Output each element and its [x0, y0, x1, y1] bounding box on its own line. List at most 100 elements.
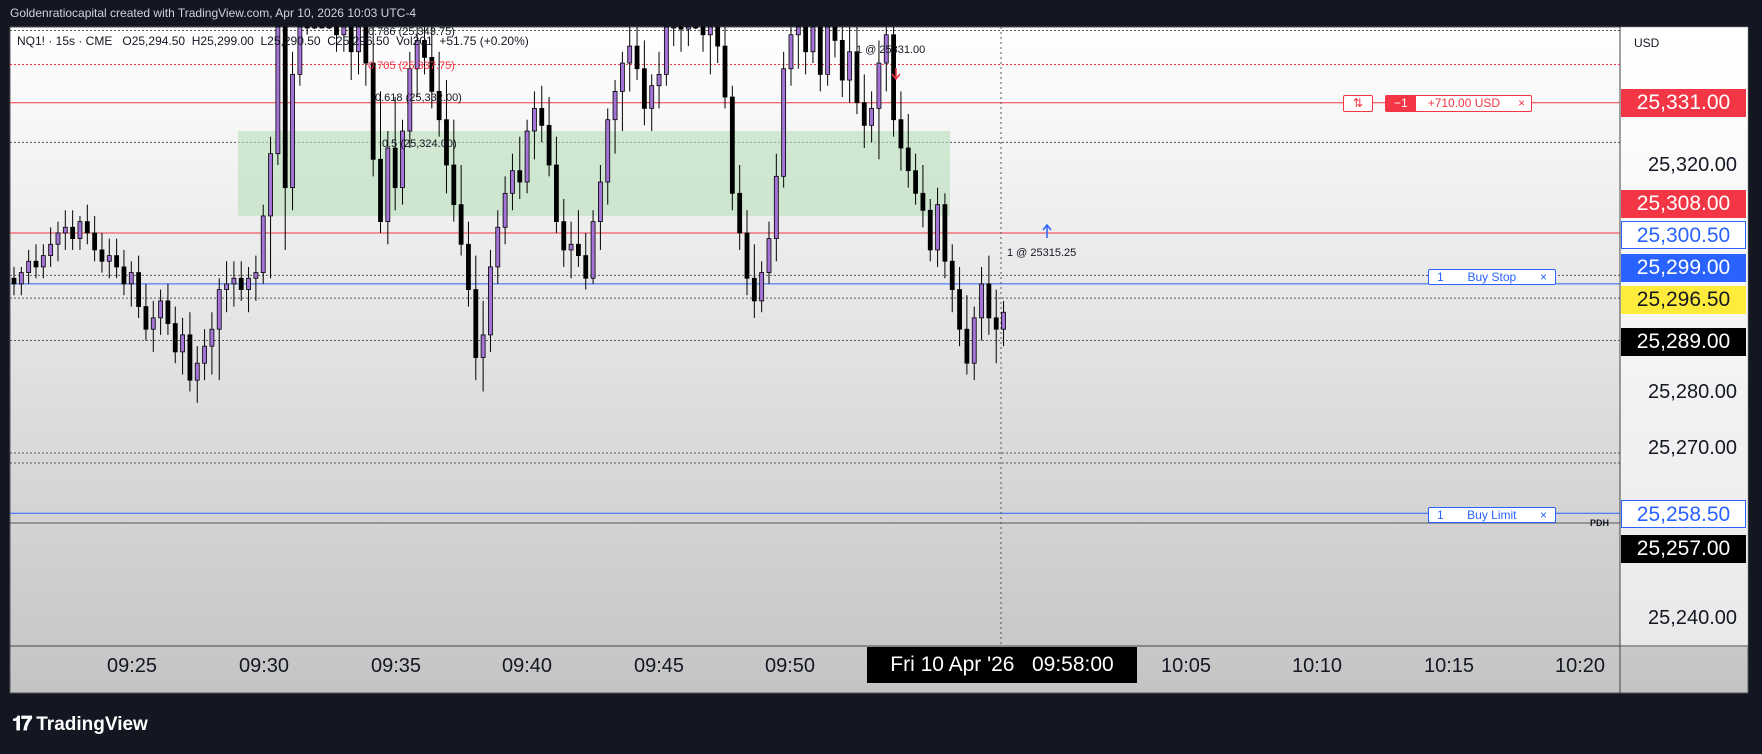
candle-body-bear [693, 26, 699, 29]
candle-body-bear [392, 147, 398, 189]
tradingview-logo[interactable]: 𝟏𝟕 TradingView [12, 713, 148, 736]
candle-body-bear [861, 102, 867, 126]
candle-body-bull [598, 181, 603, 223]
candle-body-bear [832, 26, 838, 41]
order-qty[interactable]: 1 [1429, 508, 1452, 522]
time-tick: 09:40 [501, 655, 553, 677]
candle-body-bear [165, 300, 171, 324]
candle[interactable] [260, 204, 266, 284]
candle-body-bear [114, 255, 120, 268]
candle-body-bear [729, 96, 735, 194]
candle-body-bear [473, 289, 479, 358]
candle-body-bull [656, 74, 662, 87]
time-tick: 09:35 [370, 655, 422, 677]
chart-canvas[interactable] [0, 0, 1762, 754]
candle-body-bear [539, 107, 545, 126]
price-axis-badge[interactable]: 25,296.50 [1621, 286, 1746, 314]
price-axis-currency[interactable]: USD [1634, 36, 1659, 50]
order-close-icon[interactable]: × [1532, 508, 1555, 522]
candle-body-bull [605, 119, 611, 183]
candle-body-bear [942, 204, 948, 262]
candle[interactable] [781, 51, 787, 188]
candle-body-bear [920, 192, 926, 211]
candle-body-bull [795, 26, 801, 36]
candle-body-bull [488, 266, 493, 336]
candle-body-bull [510, 170, 515, 194]
candle-body-bull [180, 334, 185, 353]
position-close-icon[interactable]: × [1512, 96, 1531, 111]
time-tick: 10:20 [1554, 655, 1606, 677]
candle-body-bear [172, 323, 178, 353]
candle-body-bear [641, 68, 647, 109]
candle-body-bull [869, 107, 875, 126]
candle-body-bull [502, 192, 508, 228]
candle[interactable] [590, 210, 596, 284]
buy-limit-order-tag[interactable]: 1 Buy Limit × [1428, 507, 1556, 523]
candle-body-bear [143, 306, 149, 330]
position-qty[interactable]: −1 [1386, 96, 1416, 111]
candle-body-bear [84, 221, 90, 234]
price-axis-badge[interactable]: 25,257.00 [1621, 535, 1746, 563]
candle[interactable] [290, 51, 295, 211]
candle-body-bull [495, 226, 501, 268]
order-type[interactable]: Buy Limit [1452, 508, 1532, 522]
position-pnl[interactable]: +710.00 USD [1416, 96, 1512, 111]
fvg-zone[interactable] [238, 131, 950, 216]
candle-body-bear [70, 226, 76, 240]
candle-body-bull [224, 283, 229, 290]
position-tag[interactable]: ⇅ −1 +710.00 USD × [1343, 95, 1533, 112]
candle-body-bear [554, 164, 559, 223]
candle-body-bear [304, 26, 310, 29]
candle-body-bear [466, 243, 471, 290]
price-axis-badge[interactable]: 25,258.50 [1621, 500, 1746, 528]
fib-level-0705: 0.705 (25,337.75) [368, 60, 455, 72]
candle-body-bear [737, 192, 743, 234]
candle-body-bull [312, 26, 317, 29]
candle-body-bear [803, 26, 809, 53]
price-axis-badge[interactable]: 25,331.00 [1621, 89, 1746, 117]
legend-symbol[interactable]: NQ1! · 15s · CME [17, 34, 112, 48]
candle[interactable] [729, 85, 735, 211]
candle-body-bear [282, 26, 288, 189]
candle-body-bear [458, 204, 464, 245]
candle-body-bull [825, 26, 831, 75]
candle[interactable] [319, 26, 325, 29]
candle-body-bull [619, 62, 625, 92]
candle-body-bear [576, 243, 581, 256]
candle-body-bull [979, 283, 984, 319]
candle-body-bull [55, 232, 61, 245]
price-axis-badge[interactable]: 25,299.00 [1621, 254, 1746, 282]
order-qty[interactable]: 1 [1429, 270, 1452, 284]
candle-body-bull [194, 362, 200, 381]
time-tick: 10:15 [1423, 655, 1475, 677]
time-tick: 09:45 [633, 655, 685, 677]
chart-attribution: Goldenratiocapital created with TradingV… [10, 6, 417, 20]
tradingview-logo-icon: 𝟏𝟕 [12, 713, 32, 735]
buy-stop-order-tag[interactable]: 1 Buy Stop × [1428, 269, 1556, 285]
candle-body-bear [187, 334, 193, 381]
candle-body-bull [48, 243, 54, 256]
candle-body-bull [480, 334, 486, 358]
candle-body-bear [121, 266, 127, 285]
candle-body-bear [986, 283, 992, 319]
candle-body-bull [788, 34, 794, 70]
reverse-icon[interactable]: ⇅ [1343, 95, 1373, 112]
price-axis-badge[interactable]: 25,308.00 [1621, 190, 1746, 218]
candle-body-bull [231, 277, 237, 285]
order-close-icon[interactable]: × [1532, 270, 1555, 284]
candle-body-bull [202, 345, 207, 364]
candle-body-bear [370, 62, 376, 160]
candle[interactable] [524, 119, 530, 194]
price-axis-badge[interactable]: 25,300.50 [1621, 221, 1746, 249]
fib-level-0618: 0.618 (25,332.00) [375, 92, 462, 104]
candle-body-bear [927, 209, 933, 251]
candle-body-bull [707, 26, 713, 36]
candle-body-bull [876, 62, 882, 109]
candle-body-bull [810, 26, 816, 53]
price-axis-badge[interactable]: 25,289.00 [1621, 328, 1746, 356]
time-tick: 09:30 [238, 655, 290, 677]
candle-body-bear [817, 26, 823, 75]
candle-body-bull [150, 317, 156, 330]
price-tick: 25,270.00 [1648, 437, 1737, 459]
order-type[interactable]: Buy Stop [1452, 270, 1532, 284]
